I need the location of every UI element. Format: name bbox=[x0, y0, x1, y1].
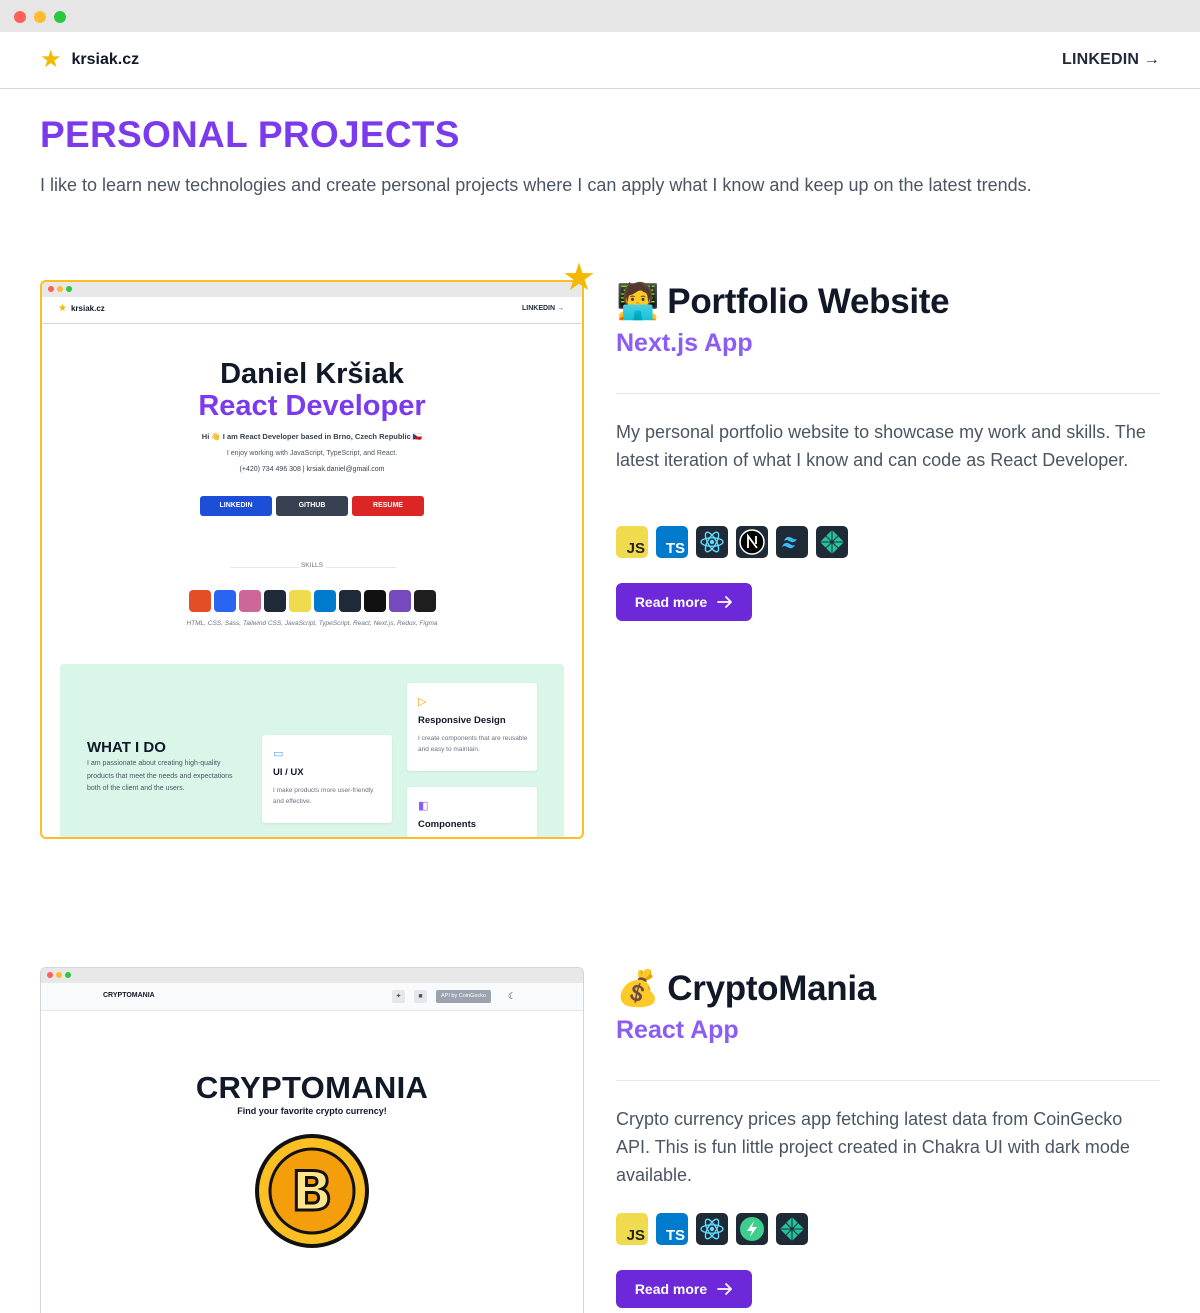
tailwind-icon bbox=[776, 526, 808, 558]
preview-linkedin-button: LINKEDIN bbox=[200, 496, 272, 516]
technologist-icon: 🧑‍💻 bbox=[616, 282, 660, 321]
github-icon: ■ bbox=[414, 990, 427, 1003]
site-name: krsiak.cz bbox=[71, 51, 140, 68]
netlify-icon bbox=[776, 1213, 808, 1245]
components-icon: ◧ bbox=[418, 800, 429, 812]
preview-resume-button: RESUME bbox=[352, 496, 424, 516]
redux-icon bbox=[388, 590, 411, 612]
preview-subtitle: Find your favorite crypto currency! bbox=[237, 1106, 387, 1116]
read-more-button[interactable]: Read more bbox=[616, 1270, 752, 1308]
tailwind-icon bbox=[263, 590, 286, 612]
page-title: PERSONAL PROJECTS bbox=[40, 114, 460, 155]
maximize-window-button[interactable] bbox=[54, 11, 66, 23]
preview-card-components: ◧ Components bbox=[407, 787, 537, 837]
preview-card-title: UI / UX bbox=[273, 767, 304, 778]
figma-icon bbox=[413, 590, 436, 612]
preview-enjoy-text: I enjoy working with JavaScript, TypeScr… bbox=[226, 450, 398, 457]
preview-card-title: Components bbox=[418, 819, 477, 830]
portfolio-preview-image[interactable]: ★ krsiak.cz LINKEDIN → Daniel Kršiak Reac… bbox=[40, 280, 584, 839]
preview-contact: (+420) 734 496 308 | krsiak.daniel@gmail… bbox=[239, 466, 385, 473]
star-icon: ★ bbox=[40, 46, 62, 73]
tech-stack: JS TS bbox=[616, 526, 848, 558]
project-title: 💰 CryptoMania bbox=[616, 968, 876, 1009]
preview-navbar: CRYPTOMANIA ✦ ■ API by CoinGecko ☾ bbox=[41, 983, 583, 1011]
star-icon: ★ bbox=[58, 303, 67, 314]
supabase-icon bbox=[736, 1213, 768, 1245]
preview-browser-bar bbox=[42, 282, 582, 297]
preview-what-i-do-title: WHAT I DO bbox=[87, 739, 166, 756]
netlify-icon bbox=[816, 526, 848, 558]
preview-role: React Developer bbox=[198, 390, 426, 422]
preview-card-uiux: ▭ UI / UX I make products more user-frie… bbox=[262, 735, 392, 823]
project-title-text: CryptoMania bbox=[667, 969, 876, 1008]
read-more-button[interactable]: Read more bbox=[616, 583, 752, 621]
css-icon bbox=[213, 590, 236, 612]
react-icon bbox=[696, 526, 728, 558]
typescript-icon: TS bbox=[656, 1213, 688, 1245]
react-icon bbox=[338, 590, 361, 612]
site-logo-link[interactable]: ★ krsiak.cz bbox=[40, 46, 139, 74]
preview-github-button: GITHUB bbox=[276, 496, 348, 516]
preview-title: CRYPTOMANIA bbox=[195, 1070, 429, 1105]
preview-card-title: Responsive Design bbox=[418, 715, 506, 726]
tech-stack: JS TS bbox=[616, 1213, 808, 1245]
arrow-right-icon bbox=[717, 596, 733, 608]
read-more-label: Read more bbox=[634, 1281, 708, 1297]
site-navbar: ★ krsiak.cz LINKEDIN → bbox=[0, 32, 1200, 89]
preview-nav-link: LINKEDIN → bbox=[522, 305, 564, 312]
preview-site-name: krsiak.cz bbox=[70, 304, 105, 313]
javascript-icon: JS bbox=[616, 526, 648, 558]
bitcoin-icon: B bbox=[255, 1134, 369, 1248]
preview-browser-bar bbox=[41, 968, 583, 983]
typescript-icon: TS bbox=[656, 526, 688, 558]
preview-skill-icons bbox=[42, 590, 582, 612]
moon-icon: ☾ bbox=[508, 991, 517, 1001]
project-description: My personal portfolio website to showcas… bbox=[616, 422, 1146, 470]
preview-navbar: ★ krsiak.cz LINKEDIN → bbox=[42, 297, 582, 324]
window-titlebar bbox=[0, 0, 1200, 32]
project-type: Next.js App bbox=[616, 329, 753, 357]
money-bag-icon: 💰 bbox=[616, 969, 660, 1008]
minimize-window-button[interactable] bbox=[34, 11, 46, 23]
project-description: Crypto currency prices app fetching late… bbox=[616, 1109, 1130, 1185]
preview-skills-label: SKILLS bbox=[300, 562, 324, 569]
play-icon: ▷ bbox=[418, 696, 427, 708]
preview-card-responsive: ▷ Responsive Design I create components … bbox=[407, 683, 537, 771]
preview-skills-list: HTML, CSS, Sass, Tailwind CSS, JavaScrip… bbox=[186, 620, 438, 627]
featured-star-icon: ★ bbox=[562, 257, 597, 299]
monitor-icon: ▭ bbox=[273, 748, 284, 760]
preview-api-badge: API by CoinGecko bbox=[436, 990, 491, 1003]
preview-greeting: Hi 👋 I am React Developer based in Brno,… bbox=[201, 432, 423, 441]
typescript-icon bbox=[313, 590, 336, 612]
linkedin-nav-link[interactable]: LINKEDIN → bbox=[1062, 51, 1160, 69]
preview-name: Daniel Kršiak bbox=[220, 358, 404, 390]
project-title-text: Portfolio Website bbox=[667, 282, 950, 321]
nextjs-icon bbox=[363, 590, 386, 612]
project-type: React App bbox=[616, 1016, 739, 1044]
divider bbox=[616, 393, 1160, 394]
divider bbox=[616, 1080, 1160, 1081]
html-icon bbox=[188, 590, 211, 612]
cryptomania-preview-image[interactable]: CRYPTOMANIA ✦ ■ API by CoinGecko ☾ CRYPT… bbox=[40, 967, 584, 1313]
project-title: 🧑‍💻 Portfolio Website bbox=[616, 281, 950, 322]
twitter-icon: ✦ bbox=[392, 990, 405, 1003]
page-intro: I like to learn new technologies and cre… bbox=[40, 175, 1032, 195]
preview-card-text: I make products more user-friendly and e… bbox=[273, 787, 374, 805]
sass-icon bbox=[238, 590, 261, 612]
react-icon bbox=[696, 1213, 728, 1245]
javascript-icon bbox=[288, 590, 311, 612]
javascript-icon: JS bbox=[616, 1213, 648, 1245]
preview-card-text: I create components that are reusable an… bbox=[418, 735, 528, 753]
arrow-right-icon bbox=[717, 1283, 733, 1295]
preview-what-i-do-text: I am passionate about creating high-qual… bbox=[87, 760, 233, 792]
read-more-label: Read more bbox=[634, 594, 708, 610]
nextjs-icon bbox=[736, 526, 768, 558]
preview-logo: CRYPTOMANIA bbox=[103, 992, 155, 999]
svg-text:B: B bbox=[291, 1160, 332, 1223]
close-window-button[interactable] bbox=[14, 11, 26, 23]
preview-what-i-do-section: WHAT I DO I am passionate about creating… bbox=[60, 664, 564, 837]
